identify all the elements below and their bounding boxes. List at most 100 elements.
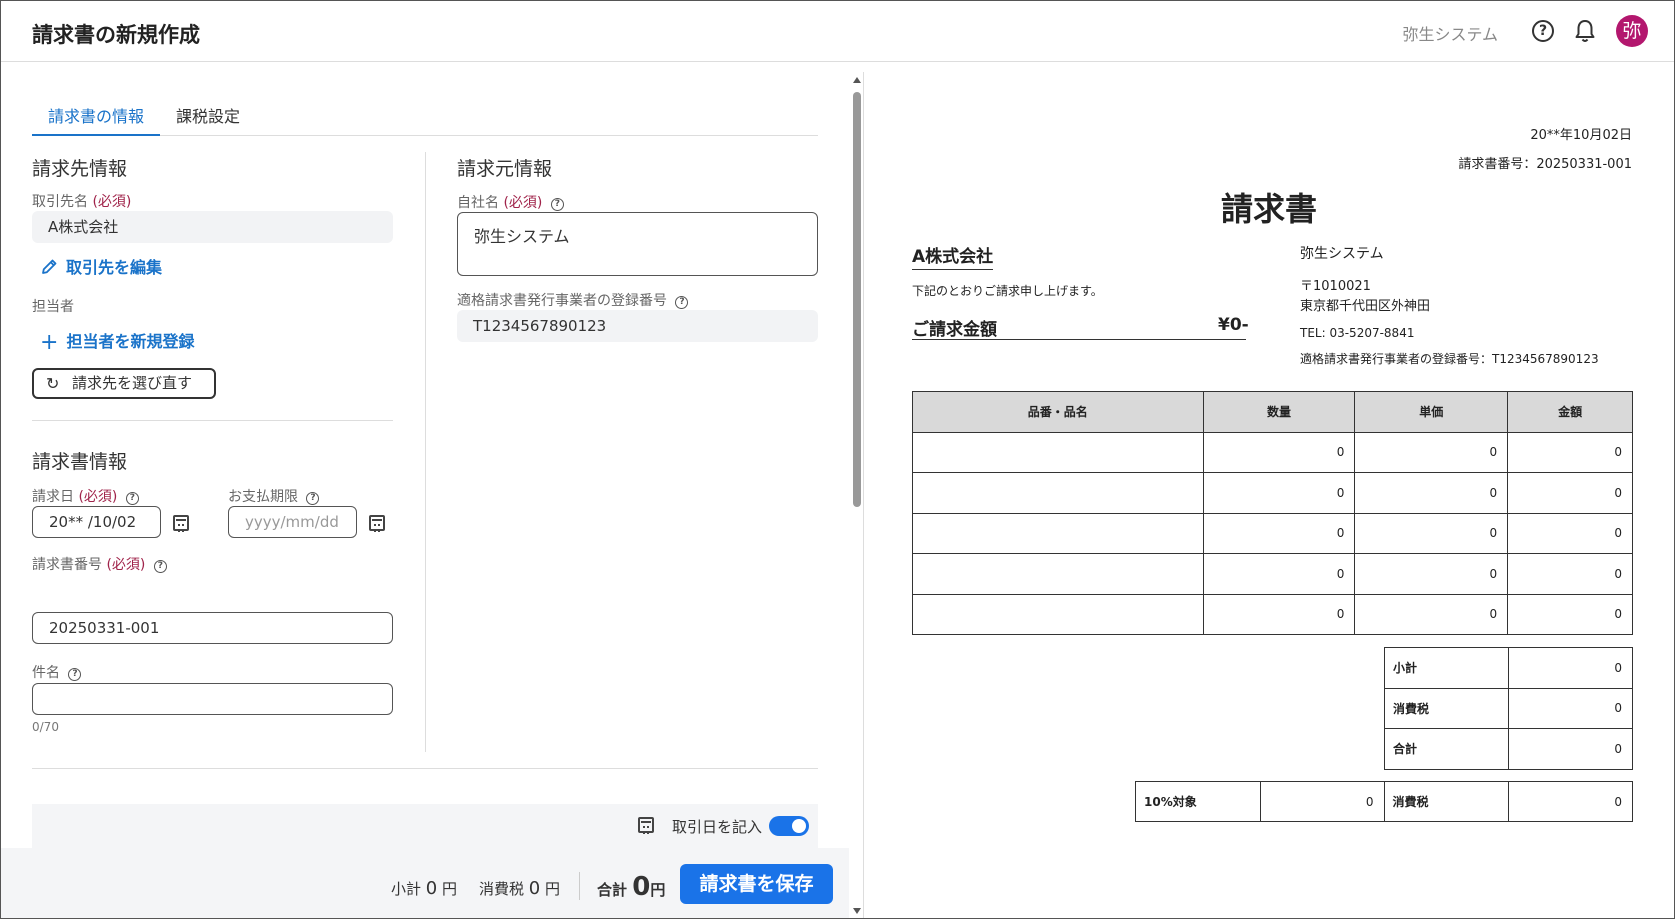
invoice-number-label-text: 請求書番号	[32, 557, 102, 573]
form-scrollbar[interactable]	[851, 72, 863, 918]
subtotal-value: 0	[1508, 647, 1633, 689]
header-item: 品番・品名	[912, 391, 1204, 433]
invoice-preview: 20**年10月02日 請求書番号：20250331-001 請求書 A株式会社…	[864, 62, 1674, 918]
tab-tax-settings[interactable]: 課税設定	[160, 104, 256, 136]
section-divider	[32, 420, 393, 421]
cell-item	[912, 431, 1204, 473]
totals-row: 消費税 0	[1384, 687, 1633, 729]
edit-client-link[interactable]: 取引先を編集	[40, 254, 162, 278]
reselect-client-text: 請求先を選び直す	[72, 374, 193, 392]
required-mark: (必須)	[78, 489, 118, 505]
preview-totals-table: 小計 0 消費税 0 合計 0	[1384, 647, 1633, 770]
tax-value: 0	[528, 878, 541, 899]
registration-label-text: 適格請求書発行事業者の登録番号	[457, 293, 667, 309]
scrollbar-thumb[interactable]	[853, 92, 861, 507]
invoice-info-title: 請求書情報	[32, 451, 128, 473]
bell-icon[interactable]	[1574, 19, 1596, 43]
person-label: 担当者	[32, 299, 74, 315]
preview-tel: TEL: 03-5207-8841	[1300, 326, 1415, 340]
transaction-date-toggle[interactable]	[769, 816, 809, 836]
preview-postal: 〒1010021	[1300, 279, 1371, 294]
totals-row: 合計 0	[1384, 728, 1633, 770]
save-invoice-button[interactable]: 請求書を保存	[680, 864, 833, 904]
due-date-label: お支払期限 ?	[228, 486, 320, 506]
form-pane: 請求書の情報 課税設定 請求先情報 取引先名 (必須) A株式会社 取引先を編集…	[1, 62, 849, 918]
scroll-down-icon[interactable]	[853, 908, 861, 914]
tax-breakdown-label: 消費税	[1383, 781, 1510, 822]
tax-value: 0	[1508, 687, 1633, 729]
client-label-text: 取引先名	[32, 194, 88, 210]
tab-bar: 請求書の情報 課税設定	[32, 104, 818, 136]
preview-message: 下記のとおりご請求申し上げます。	[912, 284, 1103, 298]
preview-amount-underline	[912, 339, 1246, 340]
cell-qty: 0	[1202, 431, 1356, 473]
calendar-icon[interactable]	[173, 515, 189, 532]
tax-breakdown-value: 0	[1508, 781, 1633, 822]
help-icon[interactable]: ?	[1532, 20, 1554, 42]
preview-amount-value: ¥0-	[1218, 315, 1249, 335]
cell-amount: 0	[1507, 553, 1633, 595]
header-qty: 数量	[1202, 391, 1356, 433]
help-icon[interactable]: ?	[153, 560, 167, 573]
own-name-textarea[interactable]: 弥生システム	[457, 212, 818, 276]
plus-icon: +	[40, 330, 59, 355]
table-row: 0 0 0	[912, 431, 1633, 473]
reselect-client-button[interactable]: ↻ 請求先を選び直す	[32, 368, 216, 399]
totals-row: 小計 0	[1384, 647, 1633, 689]
table-row: 0 0 0	[912, 472, 1633, 514]
section-divider	[32, 768, 818, 769]
cell-unit-price: 0	[1354, 553, 1509, 595]
footer-bar: 小計 0 円 消費税 0 円 合計 0円 請求書を保存	[1, 848, 849, 918]
invoice-number-input[interactable]: 20250331-001	[32, 612, 393, 644]
top-bar: 請求書の新規作成 弥生システム ? 弥	[1, 1, 1674, 62]
calendar-icon	[638, 817, 654, 834]
currency-unit: 円	[650, 881, 666, 899]
tab-invoice-info[interactable]: 請求書の情報	[32, 104, 161, 136]
company-name[interactable]: 弥生システム	[1402, 21, 1498, 45]
line-items-toolbar: 取引日を記入	[32, 804, 818, 848]
cell-unit-price: 0	[1354, 512, 1509, 554]
avatar[interactable]: 弥	[1616, 15, 1648, 47]
preview-from-name: 弥生システム	[1300, 246, 1384, 262]
cell-qty: 0	[1202, 593, 1356, 635]
add-person-link[interactable]: + 担当者を新規登録	[40, 328, 194, 355]
help-icon[interactable]: ?	[675, 296, 689, 309]
preview-invoice-number: 請求書番号：20250331-001	[1458, 157, 1632, 172]
due-date-label-text: お支払期限	[228, 489, 298, 505]
required-mark: (必須)	[503, 195, 543, 211]
registration-number-field: T1234567890123	[457, 310, 818, 342]
subtotal-value: 0	[425, 878, 438, 899]
preview-client-name: A株式会社	[912, 242, 994, 270]
cell-item	[912, 472, 1204, 514]
tax-label: 消費税	[1384, 687, 1509, 729]
help-icon[interactable]: ?	[125, 492, 139, 505]
subject-label-text: 件名	[32, 665, 60, 681]
currency-unit: 円	[442, 880, 458, 898]
table-row: 0 0 0	[912, 512, 1633, 554]
preview-tax-breakdown: 10%対象 0 消費税 0	[1135, 781, 1633, 822]
table-header-row: 品番・品名 数量 単価 金額	[912, 391, 1633, 433]
scroll-up-icon[interactable]	[853, 77, 861, 83]
calendar-icon[interactable]	[369, 515, 385, 532]
due-date-input[interactable]: yyyy/mm/dd	[228, 506, 357, 538]
total-label: 合計	[1384, 728, 1509, 770]
cell-amount: 0	[1507, 431, 1633, 473]
help-icon[interactable]: ?	[550, 198, 564, 211]
subtotal-label: 小計	[391, 880, 422, 898]
help-icon[interactable]: ?	[68, 668, 82, 681]
currency-unit: 円	[545, 880, 561, 898]
header-amount: 金額	[1507, 391, 1633, 433]
help-icon[interactable]: ?	[306, 492, 320, 505]
cell-amount: 0	[1507, 512, 1633, 554]
subject-input[interactable]	[32, 683, 393, 715]
pencil-icon	[42, 259, 57, 274]
invoice-date-input[interactable]: 20** /10/02	[32, 506, 161, 538]
cell-item	[912, 553, 1204, 595]
required-mark: (必須)	[106, 557, 146, 573]
bill-from-title: 請求元情報	[457, 158, 553, 180]
subject-label: 件名 ?	[32, 662, 82, 682]
footer-tax: 消費税 0 円	[479, 878, 560, 899]
own-name-label: 自社名 (必須) ?	[457, 192, 564, 212]
tax-rate-value: 0	[1259, 781, 1385, 822]
preview-items-table: 品番・品名 数量 単価 金額 0 0 0 0 0 0 0 0 0 0 0 0 0…	[912, 391, 1633, 635]
